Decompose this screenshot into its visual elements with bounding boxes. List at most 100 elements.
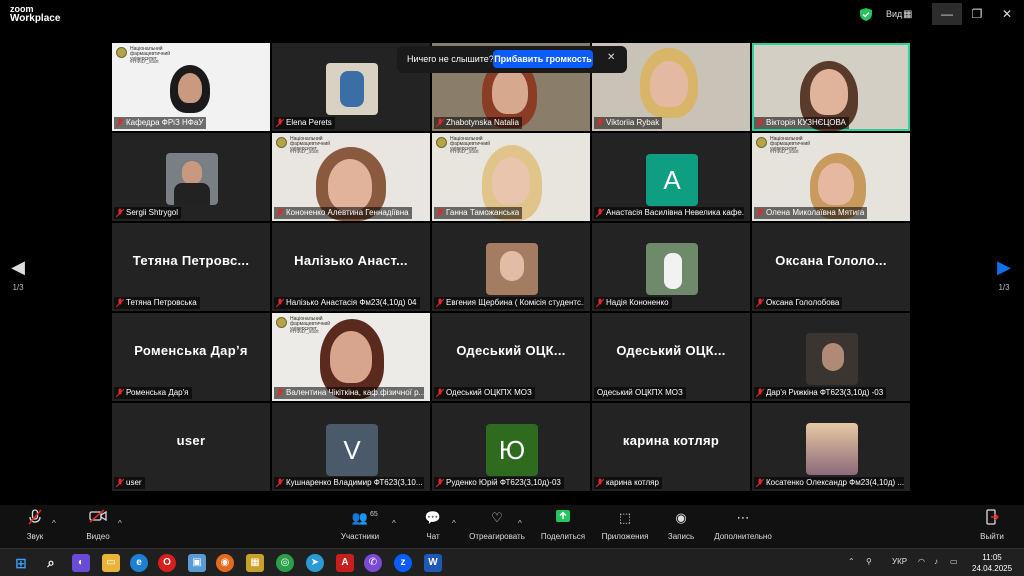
participant-tile[interactable]: Евгения Щербина ( Комісія студентс... (432, 223, 590, 311)
edge-icon[interactable]: e (130, 554, 148, 572)
participant-tile[interactable]: Роменська Дарʼя Роменська Дар'я (112, 313, 270, 401)
audio-label: Звук (26, 532, 44, 541)
apps-button[interactable]: ⬚ Приложения (600, 509, 650, 541)
muted-mic-icon (756, 208, 764, 218)
wifi-icon[interactable]: ◠ (918, 557, 925, 566)
chat-button[interactable]: 💬 Чат (422, 509, 444, 541)
participant-tile[interactable]: Косатенко Олександр Фм23(4,10д) ... (752, 403, 910, 491)
participant-avatar: V (326, 424, 378, 476)
video-options-caret[interactable]: ^ (118, 513, 122, 531)
participant-tile[interactable]: Оксана Гололо... Оксана Гололобова (752, 223, 910, 311)
app-icon[interactable]: ▣ (188, 554, 206, 572)
participant-tile[interactable]: Налізько Анаст... Налізько Анастасія Фм2… (272, 223, 430, 311)
leave-button[interactable]: Выйти (978, 509, 1006, 541)
participant-tile[interactable]: Одеський ОЦК... Одеський ОЦКПХ МОЗ (592, 313, 750, 401)
muted-mic-icon (436, 388, 444, 398)
caret-up-icon: ^ (392, 519, 396, 528)
muted-mic-icon (276, 298, 284, 308)
participants-options-caret[interactable]: ^ (392, 513, 396, 531)
react-options-caret[interactable]: ^ (518, 513, 522, 531)
muted-mic-icon (596, 208, 604, 218)
grid-icon[interactable]: ▦ (903, 9, 912, 20)
share-label: Поделиться (540, 532, 586, 541)
apps-label: Приложения (601, 532, 649, 541)
chat-options-caret[interactable]: ^ (452, 513, 456, 531)
audio-button[interactable]: Звук (22, 509, 48, 541)
university-hashtag: #НФаУ_start (450, 149, 479, 155)
participant-tile[interactable]: Національний фармацевтичний університет #… (432, 133, 590, 221)
chevron-up-icon[interactable]: ⌃ (848, 557, 855, 566)
participants-button[interactable]: 👥 65 Участники (340, 509, 380, 541)
minimize-button[interactable]: — (932, 3, 962, 25)
page-indicator-right: 1/3 (998, 283, 1010, 292)
more-label: Дополнительно (714, 532, 772, 541)
file-explorer-icon[interactable]: ▭ (102, 554, 120, 572)
muted-mic-icon (276, 478, 284, 488)
restore-button[interactable]: ❐ (962, 3, 992, 25)
participant-tile[interactable]: Національний фармацевтичний університет #… (272, 313, 430, 401)
speaker-icon[interactable]: ♪ (934, 557, 938, 566)
share-screen-button[interactable]: Поделиться (540, 509, 586, 541)
language-indicator[interactable]: УКР (892, 557, 907, 566)
network-icon[interactable]: ⚲ (866, 557, 872, 566)
copilot-icon[interactable]: ◐ (72, 554, 90, 572)
audio-options-caret[interactable]: ^ (52, 513, 56, 531)
caret-up-icon: ^ (518, 519, 522, 528)
participant-tile[interactable]: Надія Кононенко (592, 223, 750, 311)
prev-page-button[interactable]: ◀ 1/3 (8, 258, 28, 292)
muted-mic-icon (596, 298, 604, 308)
battery-icon[interactable]: ▭ (950, 557, 958, 566)
participant-tile-active-speaker[interactable]: Вікторія КУЗНЄЦОВА (752, 43, 910, 131)
opera-icon[interactable]: O (158, 554, 176, 572)
participant-tile[interactable]: A Анастасія Василівна Невелика кафе... (592, 133, 750, 221)
participant-name: Тетяна Петровська (114, 297, 200, 309)
participant-tile[interactable]: Національний фармацевтичний університет #… (272, 133, 430, 221)
participant-face (818, 163, 854, 205)
university-hashtag: #НФаУ_start (770, 149, 799, 155)
share-screen-icon (540, 509, 586, 527)
chrome-icon[interactable]: ◎ (276, 554, 294, 572)
system-clock[interactable]: 11:05 24.04.2025 (972, 552, 1012, 574)
participant-tile[interactable]: user user (112, 403, 270, 491)
search-icon[interactable]: ⌕ (42, 554, 60, 572)
chat-label: Чат (426, 532, 440, 541)
telegram-icon[interactable]: ➤ (306, 554, 324, 572)
participant-tile[interactable]: Національний фармацевтичний університет #… (752, 133, 910, 221)
participant-tile[interactable]: Ю Руденко Юрій ФТ623(3,10д)-03 (432, 403, 590, 491)
acrobat-icon[interactable]: A (336, 554, 354, 572)
participant-tile[interactable]: Дар'я Рижкіна ФТ623(3,10д) -03 (752, 313, 910, 401)
record-button[interactable]: ◉ Запись (666, 509, 696, 541)
participant-tile[interactable]: Одеський ОЦК... Одеський ОЦКПХ МОЗ (432, 313, 590, 401)
firefox-icon[interactable]: ◉ (216, 554, 234, 572)
participant-face (330, 331, 372, 383)
participant-display-name: Одеський ОЦК... (456, 343, 566, 358)
participant-tile[interactable]: карина котляр карина котляр (592, 403, 750, 491)
close-button[interactable]: ✕ (992, 3, 1022, 25)
muted-mic-icon (436, 208, 444, 218)
muted-mic-icon (436, 478, 444, 488)
app-icon[interactable]: ▦ (246, 554, 264, 572)
encryption-shield-icon[interactable] (860, 8, 872, 21)
increase-volume-button[interactable]: Прибавить громкость (493, 50, 593, 68)
more-button[interactable]: ⋯ Дополнительно (712, 509, 774, 541)
word-icon[interactable]: W (424, 554, 442, 572)
participant-tile[interactable]: Sergii Shtrygol (112, 133, 270, 221)
video-button[interactable]: Видео (84, 509, 112, 541)
title-bar: zoom Workplace Вид ▦ — ❐ ✕ (0, 0, 1024, 30)
participant-tile[interactable]: Національний фармацевтичний університет #… (112, 43, 270, 131)
viber-icon[interactable]: ✆ (364, 554, 382, 572)
view-label[interactable]: Вид (886, 9, 902, 19)
zoom-icon[interactable]: z (394, 554, 412, 572)
leave-label: Выйти (980, 532, 1004, 541)
profile-photo (326, 63, 378, 115)
participant-face (650, 61, 688, 107)
participant-name: Вікторія КУЗНЄЦОВА (754, 117, 849, 129)
next-page-button[interactable]: ▶ 1/3 (994, 258, 1014, 292)
zoom-window: zoom Workplace Вид ▦ — ❐ ✕ Національний … (0, 0, 1024, 548)
windows-start-icon[interactable]: ⊞ (12, 554, 30, 572)
participant-tile[interactable]: V Кушнаренко Владимир ФТ623(3,10... (272, 403, 430, 491)
close-icon[interactable]: ✕ (607, 52, 615, 63)
react-label: Отреагировать (469, 532, 525, 541)
participant-tile[interactable]: Тетяна Петровс... Тетяна Петровська (112, 223, 270, 311)
participant-name: Elena Perets (274, 117, 335, 129)
